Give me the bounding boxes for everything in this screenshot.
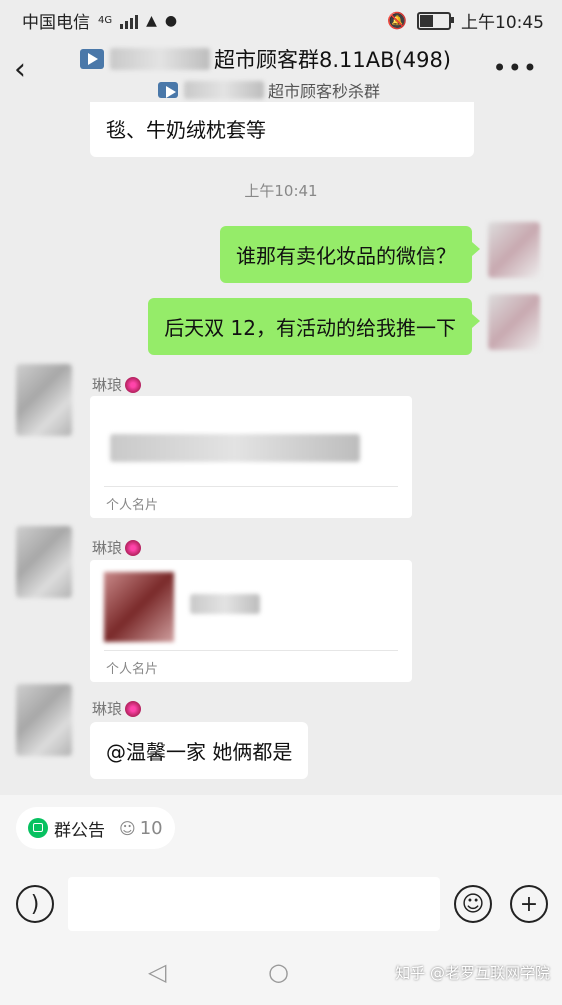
group-title[interactable]: 超市顾客群8.11AB(498) — [80, 44, 451, 74]
contact-card[interactable]: 个人名片 — [90, 396, 412, 518]
avatar[interactable] — [16, 684, 72, 756]
outgoing-message[interactable]: 谁那有卖化妆品的微信？ — [220, 226, 480, 283]
avatar[interactable] — [16, 364, 72, 436]
group-subtitle-text: 超市顾客秒杀群 — [268, 82, 381, 101]
message-bubble[interactable]: @温馨一家 她俩都是 — [90, 722, 309, 779]
message-timestamp: 上午10:41 — [244, 182, 318, 200]
video-icon — [158, 82, 178, 98]
card-divider — [104, 486, 398, 487]
avatar[interactable] — [488, 222, 540, 278]
blurred-name — [184, 81, 264, 99]
group-notice-button[interactable]: 群公告 ☺ 10 — [16, 807, 175, 849]
status-bar: 中国电信 4G ▲ ● 🔕 上午10:45 — [0, 0, 562, 36]
message-text: 谁那有卖化妆品的微信？ — [236, 244, 456, 268]
emoji-icon[interactable]: ☺ — [454, 885, 492, 923]
video-icon — [80, 49, 104, 69]
avatar[interactable] — [488, 294, 540, 350]
notice-icon — [28, 818, 48, 838]
blurred-contact — [190, 594, 260, 614]
message-text: 毯、牛奶绒枕套等 — [106, 118, 266, 142]
notice-label: 群公告 — [54, 820, 105, 841]
contact-card[interactable]: 个人名片 — [90, 560, 412, 682]
watermark: 知乎 @老罗互联网学院 — [395, 964, 550, 982]
battery-icon — [417, 11, 454, 30]
sender-name-text: 琳琅 — [92, 539, 123, 557]
system-navigation: ◁ ○ 知乎 @老罗互联网学院 — [0, 948, 562, 1000]
plus-icon[interactable]: + — [510, 885, 548, 923]
input-row: ) ☺ + — [0, 875, 562, 931]
signal-icon — [120, 13, 139, 29]
blurred-name — [110, 48, 210, 70]
group-subtitle: 超市顾客秒杀群 — [158, 78, 380, 102]
avatar[interactable] — [16, 526, 72, 598]
card-label: 个人名片 — [106, 662, 159, 677]
contact-avatar — [104, 572, 174, 642]
card-divider — [104, 650, 398, 651]
clock: 上午10:45 — [461, 13, 544, 33]
sender-name: 琳琅 — [92, 537, 142, 558]
alert-icon: ▲ — [146, 12, 157, 29]
flower-emoji-icon — [125, 376, 142, 393]
message-text: 后天双 12，有活动的给我推一下 — [164, 316, 456, 340]
chevron-left-icon[interactable]: ‹ — [14, 52, 26, 87]
carrier-name: 中国电信 — [22, 13, 90, 33]
network-type: 4G — [98, 15, 113, 26]
chat-status-icon: ● — [164, 12, 178, 29]
message-bubble[interactable]: 毯、牛奶绒枕套等 — [90, 102, 474, 157]
member-count-value: 10 — [139, 817, 163, 839]
voice-icon[interactable]: ) — [16, 885, 54, 923]
back-triangle-icon[interactable]: ◁ — [148, 958, 166, 986]
message-input[interactable] — [68, 877, 440, 931]
blurred-contact — [110, 434, 360, 462]
sender-name: 琳琅 — [92, 374, 142, 395]
flower-emoji-icon — [125, 700, 142, 717]
group-title-text: 超市顾客群8.11AB(498) — [214, 48, 451, 72]
card-label: 个人名片 — [106, 498, 159, 513]
sender-name-text: 琳琅 — [92, 700, 123, 718]
chat-header: ‹ 超市顾客群8.11AB(498) 超市顾客秒杀群 ••• — [0, 36, 562, 102]
home-circle-icon[interactable]: ○ — [268, 958, 289, 986]
flower-emoji-icon — [125, 539, 142, 556]
more-menu-icon[interactable]: ••• — [493, 54, 538, 82]
member-count[interactable]: ☺ 10 — [119, 818, 163, 839]
sender-name-text: 琳琅 — [92, 376, 123, 394]
mute-icon: 🔕 — [387, 11, 407, 30]
message-text: @温馨一家 她俩都是 — [106, 740, 293, 764]
outgoing-message[interactable]: 后天双 12，有活动的给我推一下 — [148, 298, 480, 355]
sender-name: 琳琅 — [92, 698, 142, 719]
person-icon: ☺ — [119, 818, 136, 838]
